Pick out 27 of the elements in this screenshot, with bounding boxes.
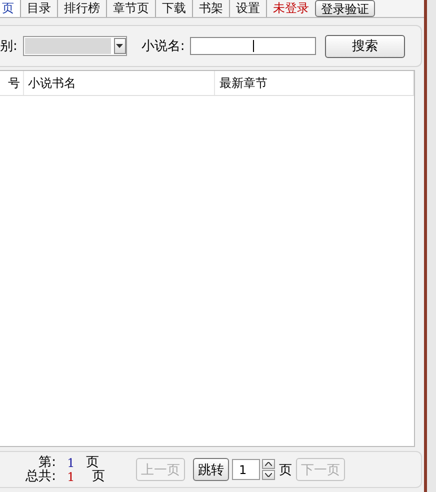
- jump-button[interactable]: 跳转: [193, 458, 229, 481]
- tab[interactable]: 章节页: [107, 0, 156, 17]
- tab[interactable]: 书架: [193, 0, 230, 17]
- login-button[interactable]: 登录验证: [315, 0, 375, 17]
- page-unit-label: 页: [279, 462, 292, 478]
- column-header[interactable]: 最新章节: [215, 71, 414, 95]
- total-pages-label: 总共:: [24, 470, 56, 484]
- page-unit-label: 页: [86, 456, 100, 470]
- novel-name-label: 小说名:: [141, 38, 185, 55]
- spin-up-icon[interactable]: [262, 459, 275, 469]
- tab[interactable]: 页: [0, 0, 21, 17]
- tab[interactable]: 目录: [21, 0, 58, 17]
- tab[interactable]: 设置: [230, 0, 267, 17]
- total-pages-number: 1: [66, 470, 76, 484]
- current-page-number: 1: [66, 456, 76, 470]
- tab[interactable]: 下载: [156, 0, 193, 17]
- tab[interactable]: 排行榜: [58, 0, 107, 17]
- category-label: 别:: [0, 38, 18, 55]
- spin-down-icon[interactable]: [262, 470, 275, 480]
- novel-name-field[interactable]: [190, 37, 316, 55]
- search-button[interactable]: 搜索: [324, 34, 405, 58]
- page-unit-label: 页: [91, 470, 106, 484]
- current-page-label: 第:: [38, 456, 56, 470]
- login-status: 未登录: [272, 0, 310, 17]
- page-number-field[interactable]: 1: [232, 459, 260, 480]
- column-header[interactable]: 号: [0, 71, 24, 95]
- column-header[interactable]: 小说书名: [24, 71, 216, 95]
